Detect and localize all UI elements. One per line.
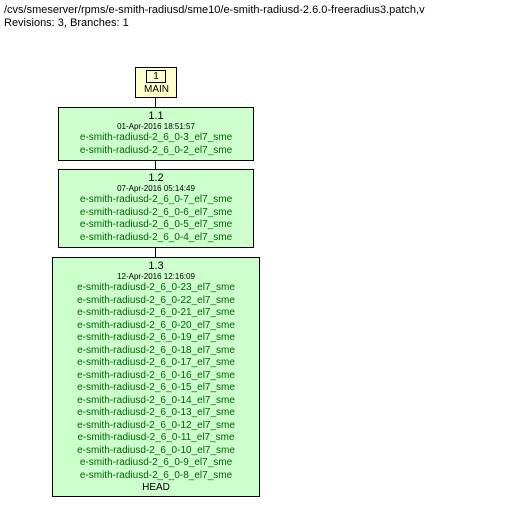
revision-node[interactable]: 1.101-Apr-2016 18:51:57e-smith-radiusd-2… (58, 107, 254, 161)
revision-tag: e-smith-radiusd-2_6_0-11_el7_sme (61, 432, 251, 445)
revision-date: 12-Apr-2016 12:16:09 (61, 272, 251, 281)
revision-tag: e-smith-radiusd-2_6_0-8_el7_sme (61, 470, 251, 483)
revision-tag: e-smith-radiusd-2_6_0-19_el7_sme (61, 332, 251, 345)
revision-tag: e-smith-radiusd-2_6_0-12_el7_sme (61, 420, 251, 433)
revision-tag: e-smith-radiusd-2_6_0-5_el7_sme (67, 219, 245, 232)
revision-tag: e-smith-radiusd-2_6_0-9_el7_sme (61, 457, 251, 470)
revision-tag: e-smith-radiusd-2_6_0-22_el7_sme (61, 295, 251, 308)
revision-tag: e-smith-radiusd-2_6_0-16_el7_sme (61, 370, 251, 383)
revision-tag: e-smith-radiusd-2_6_0-10_el7_sme (61, 445, 251, 458)
revision-number: 1.2 (67, 172, 245, 184)
main-branch-node[interactable]: 1MAIN (135, 67, 177, 98)
revision-node[interactable]: 1.207-Apr-2016 05:14:49e-smith-radiusd-2… (58, 169, 254, 248)
revision-tag: e-smith-radiusd-2_6_0-21_el7_sme (61, 307, 251, 320)
revision-tag: e-smith-radiusd-2_6_0-15_el7_sme (61, 382, 251, 395)
graph-connector (155, 247, 156, 257)
revision-tag: e-smith-radiusd-2_6_0-17_el7_sme (61, 357, 251, 370)
branch-label: MAIN (144, 84, 168, 95)
graph-connector (155, 97, 156, 107)
revision-tag: e-smith-radiusd-2_6_0-2_el7_sme (67, 145, 245, 158)
revision-number: 1.3 (61, 260, 251, 272)
file-path: /cvs/smeserver/rpms/e-smith-radiusd/sme1… (4, 4, 518, 16)
revision-graph: 1MAIN1.101-Apr-2016 18:51:57e-smith-radi… (4, 35, 514, 505)
head-label: HEAD (61, 482, 251, 493)
revision-tag: e-smith-radiusd-2_6_0-20_el7_sme (61, 320, 251, 333)
branch-number: 1 (146, 70, 166, 83)
revision-date: 07-Apr-2016 05:14:49 (67, 184, 245, 193)
revisions-summary: Revisions: 3, Branches: 1 (4, 17, 518, 29)
revision-tag: e-smith-radiusd-2_6_0-7_el7_sme (67, 194, 245, 207)
revision-tag: e-smith-radiusd-2_6_0-23_el7_sme (61, 282, 251, 295)
revision-tag: e-smith-radiusd-2_6_0-14_el7_sme (61, 395, 251, 408)
revision-node[interactable]: 1.312-Apr-2016 12:16:09e-smith-radiusd-2… (52, 257, 260, 497)
revision-tag: e-smith-radiusd-2_6_0-4_el7_sme (67, 232, 245, 245)
revision-tag: e-smith-radiusd-2_6_0-13_el7_sme (61, 407, 251, 420)
revision-tag: e-smith-radiusd-2_6_0-18_el7_sme (61, 345, 251, 358)
revision-tag: e-smith-radiusd-2_6_0-6_el7_sme (67, 207, 245, 220)
revision-number: 1.1 (67, 110, 245, 122)
revision-date: 01-Apr-2016 18:51:57 (67, 122, 245, 131)
revision-tag: e-smith-radiusd-2_6_0-3_el7_sme (67, 132, 245, 145)
